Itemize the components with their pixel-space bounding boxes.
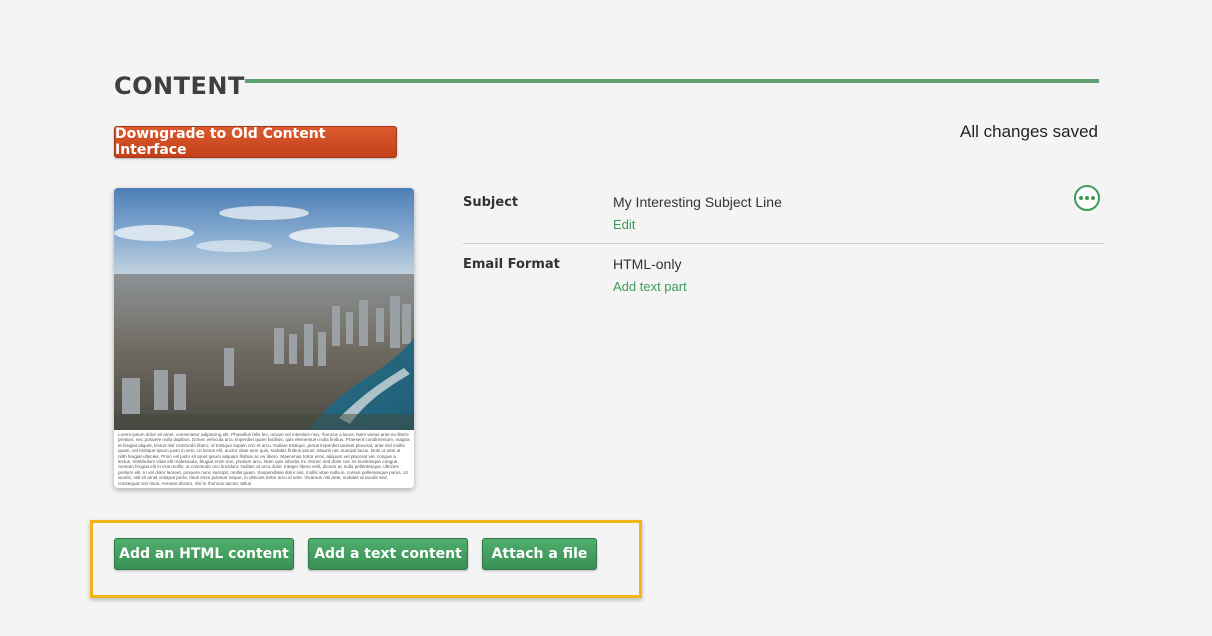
subject-value: My Interesting Subject Line [613, 194, 782, 210]
add-html-content-button[interactable]: Add an HTML content [114, 538, 294, 570]
section-title: CONTENT [114, 72, 245, 100]
content-page: CONTENT Downgrade to Old Content Interfa… [0, 0, 1212, 636]
attach-file-button[interactable]: Attach a file [482, 538, 597, 570]
save-status: All changes saved [960, 122, 1098, 141]
email-preview-card[interactable]: Lorem ipsum dolor sit amet, consectetur … [114, 188, 414, 488]
more-options-button[interactable] [1074, 185, 1100, 211]
preview-body-text: Lorem ipsum dolor sit amet, consectetur … [118, 432, 410, 486]
add-text-part-link[interactable]: Add text part [613, 279, 687, 294]
email-format-value: HTML-only [613, 256, 682, 272]
more-horizontal-icon [1078, 196, 1096, 200]
email-format-label: Email Format [463, 257, 560, 272]
subject-label: Subject [463, 195, 519, 210]
add-text-content-button[interactable]: Add a text content [308, 538, 468, 570]
section-divider [245, 79, 1099, 83]
downgrade-interface-button[interactable]: Downgrade to Old Content Interface [114, 126, 397, 158]
row-divider [463, 243, 1104, 244]
subject-edit-link[interactable]: Edit [613, 217, 635, 232]
preview-city-image [114, 188, 414, 430]
